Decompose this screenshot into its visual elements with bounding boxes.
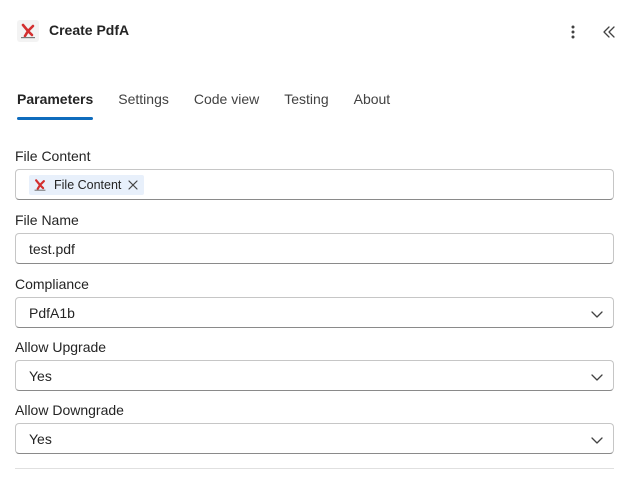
allow-upgrade-label: Allow Upgrade bbox=[15, 339, 107, 355]
file-content-label: File Content bbox=[15, 148, 91, 164]
allow-upgrade-value: Yes bbox=[29, 368, 52, 384]
panel-header: Create PdfA bbox=[0, 0, 628, 62]
compliance-label: Compliance bbox=[15, 276, 89, 292]
token-label: File Content bbox=[54, 178, 122, 192]
allow-upgrade-dropdown[interactable]: Yes bbox=[15, 360, 614, 391]
allow-downgrade-dropdown[interactable]: Yes bbox=[15, 423, 614, 454]
more-options-button[interactable] bbox=[562, 21, 584, 43]
bottom-divider bbox=[15, 468, 614, 469]
chevron-down-icon bbox=[591, 374, 603, 381]
chevron-down-icon bbox=[591, 437, 603, 444]
page-title: Create PdfA bbox=[49, 22, 130, 38]
collapse-panel-button[interactable] bbox=[598, 21, 620, 43]
chevron-down-icon bbox=[591, 311, 603, 318]
tab-settings[interactable]: Settings bbox=[118, 88, 169, 120]
compliance-dropdown[interactable]: PdfA1b bbox=[15, 297, 614, 328]
file-content-field[interactable]: File Content bbox=[15, 169, 614, 200]
double-chevron-left-icon bbox=[603, 26, 615, 38]
file-name-value: test.pdf bbox=[29, 241, 75, 257]
close-icon[interactable] bbox=[128, 180, 139, 190]
allow-downgrade-value: Yes bbox=[29, 431, 52, 447]
tab-testing[interactable]: Testing bbox=[284, 88, 328, 120]
file-content-token[interactable]: File Content bbox=[29, 175, 145, 195]
tab-parameters[interactable]: Parameters bbox=[17, 88, 94, 120]
adobe-pdf-token-icon bbox=[32, 178, 47, 193]
allow-downgrade-label: Allow Downgrade bbox=[15, 402, 124, 418]
tab-code-view[interactable]: Code view bbox=[194, 88, 259, 120]
more-vertical-icon bbox=[571, 25, 575, 39]
compliance-value: PdfA1b bbox=[29, 305, 75, 321]
adobe-pdf-app-icon bbox=[17, 20, 39, 42]
file-name-input[interactable]: test.pdf bbox=[15, 233, 614, 264]
tab-bar: Parameters Settings Code view Testing Ab… bbox=[17, 88, 415, 122]
tab-about[interactable]: About bbox=[354, 88, 391, 120]
file-name-label: File Name bbox=[15, 212, 79, 228]
